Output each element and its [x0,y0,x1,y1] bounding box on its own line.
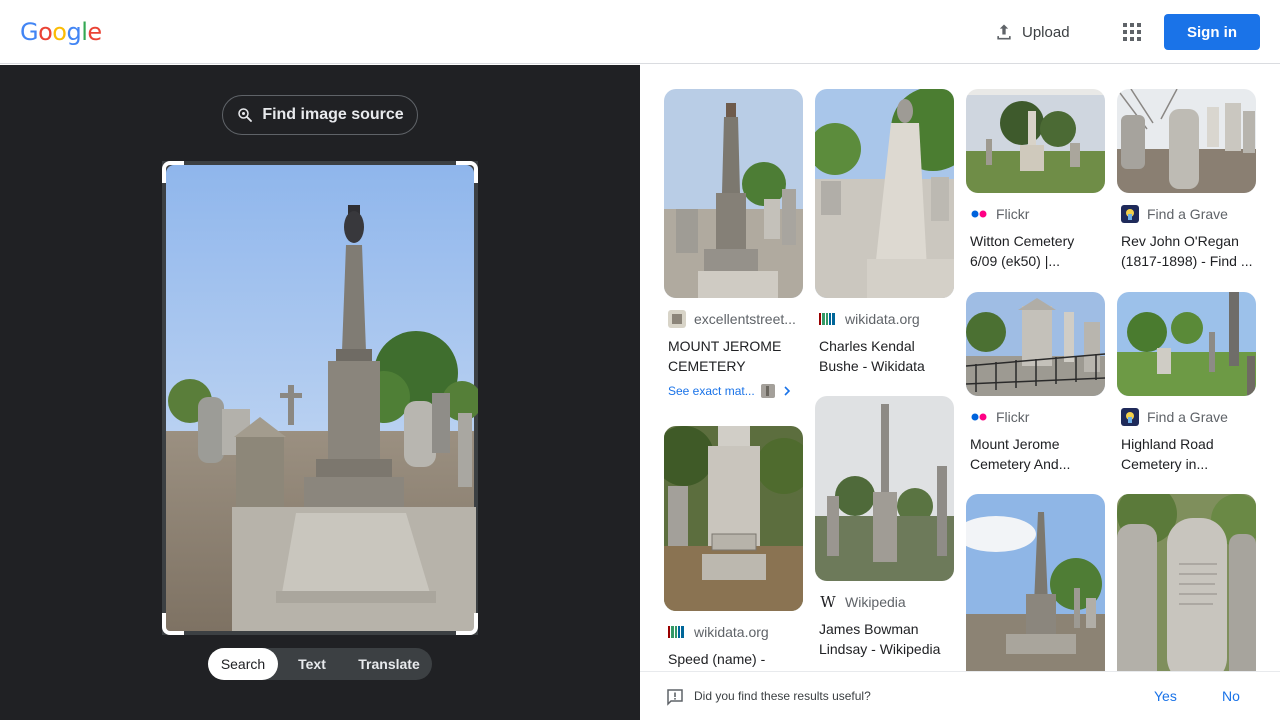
excellentstreet-favicon [668,310,686,328]
result-card[interactable]: excellentstreet... MOUNT JEROME CEMETERY… [664,89,803,398]
feedback-question: Did you find these results useful? [694,689,871,703]
query-image-pane: Find image source Search Text Translate [0,65,640,720]
feedback-yes-button[interactable]: Yes [1154,688,1177,704]
find-image-source-label: Find image source [262,106,404,123]
visual-matches-grid: excellentstreet... MOUNT JEROME CEMETERY… [640,65,1280,671]
result-title[interactable]: James Bowman Lindsay - Wikipedia [815,619,954,659]
result-source-name: wikidata.org [694,624,769,640]
tab-text[interactable]: Text [278,648,346,680]
result-title[interactable]: Speed (name) - [664,649,803,669]
result-card[interactable]: Flickr Witton Cemetery 6/09 (ek50) |... [966,89,1105,271]
result-thumbnail[interactable] [1117,89,1256,193]
upload-button[interactable]: Upload [984,14,1080,50]
result-thumbnail[interactable] [1117,494,1256,671]
result-thumbnail[interactable] [815,89,954,298]
result-source[interactable]: Find a Grave [1117,205,1256,223]
result-title[interactable]: Highland Road Cemetery in... [1117,434,1256,474]
crop-handle-top-right[interactable] [456,161,478,183]
result-card[interactable] [966,494,1105,671]
result-title[interactable]: Mount Jerome Cemetery And... [966,434,1105,474]
feedback-icon [667,689,683,706]
result-thumbnail[interactable] [1117,292,1256,396]
result-source-name: Flickr [996,409,1030,425]
upload-icon [997,24,1011,40]
see-exact-matches-link[interactable]: See exact mat... [664,384,803,398]
google-logo[interactable]: Google [20,18,102,46]
wikidata-favicon [668,623,686,641]
result-source[interactable]: wikidata.org [815,310,954,328]
result-thumbnail[interactable] [966,89,1105,193]
logo-letter: e [87,18,102,46]
result-thumbnail[interactable] [664,89,803,298]
result-title[interactable]: Witton Cemetery 6/09 (ek50) |... [966,231,1105,271]
result-source-name: Find a Grave [1147,409,1228,425]
result-thumbnail[interactable] [664,426,803,611]
result-source-name: Find a Grave [1147,206,1228,222]
findagrave-favicon [1121,205,1139,223]
result-source[interactable]: Flickr [966,408,1105,426]
chevron-right-icon [784,386,790,396]
result-source[interactable]: excellentstreet... [664,310,803,328]
result-source-name: Wikipedia [845,594,906,610]
flickr-favicon [970,408,988,426]
result-source-name: excellentstreet... [694,311,796,327]
sign-in-button[interactable]: Sign in [1164,14,1260,50]
crop-handle-bottom-left[interactable] [162,613,184,635]
feedback-bar: Did you find these results useful? Yes N… [640,671,1280,720]
result-card[interactable]: Find a Grave Rev John O'Regan (1817-1898… [1117,89,1256,271]
result-source-name: wikidata.org [845,311,920,327]
apps-button[interactable] [1112,12,1152,52]
upload-label: Upload [1022,23,1070,41]
wikidata-favicon [819,310,837,328]
result-thumbnail[interactable] [815,396,954,581]
result-card[interactable]: wikidata.org Charles Kendal Bushe - Wiki… [815,89,954,376]
findagrave-favicon [1121,408,1139,426]
crop-handle-top-left[interactable] [162,161,184,183]
exact-match-thumbnail-icon [760,384,775,398]
logo-letter: o [38,18,53,46]
result-title[interactable]: Charles Kendal Bushe - Wikidata [815,336,954,376]
lens-mode-tabs: Search Text Translate [208,648,432,680]
find-image-source-button[interactable]: Find image source [222,95,418,135]
tab-search[interactable]: Search [208,648,278,680]
result-source[interactable]: Find a Grave [1117,408,1256,426]
result-title[interactable]: MOUNT JEROME CEMETERY [664,336,803,376]
result-card[interactable]: Flickr Mount Jerome Cemetery And... [966,292,1105,474]
query-photo [162,161,478,635]
lens-search-icon [238,108,253,122]
result-card[interactable]: Find a Grave Highland Road Cemetery in..… [1117,292,1256,474]
result-source[interactable]: wikidata.org [664,623,803,641]
tab-translate[interactable]: Translate [346,648,432,680]
logo-letter: G [20,18,39,46]
query-image[interactable] [162,161,478,635]
feedback-no-button[interactable]: No [1222,688,1240,704]
see-exact-matches-label: See exact mat... [668,384,755,398]
top-bar: Google Upload Sign in [0,0,1280,64]
crop-handle-bottom-right[interactable] [456,613,478,635]
result-card[interactable]: wikidata.org Speed (name) - [664,426,803,669]
logo-letter: o [52,18,67,46]
result-source[interactable]: Flickr [966,205,1105,223]
result-source[interactable]: W Wikipedia [815,593,954,611]
result-card[interactable] [1117,494,1256,671]
result-source-name: Flickr [996,206,1030,222]
result-thumbnail[interactable] [966,494,1105,671]
apps-grid-icon [1123,23,1141,41]
flickr-favicon [970,205,988,223]
result-thumbnail[interactable] [966,292,1105,396]
result-card[interactable]: W Wikipedia James Bowman Lindsay - Wikip… [815,396,954,659]
wikipedia-favicon: W [820,593,836,611]
logo-letter: g [66,18,82,46]
result-title[interactable]: Rev John O'Regan (1817-1898) - Find ... [1117,231,1256,271]
